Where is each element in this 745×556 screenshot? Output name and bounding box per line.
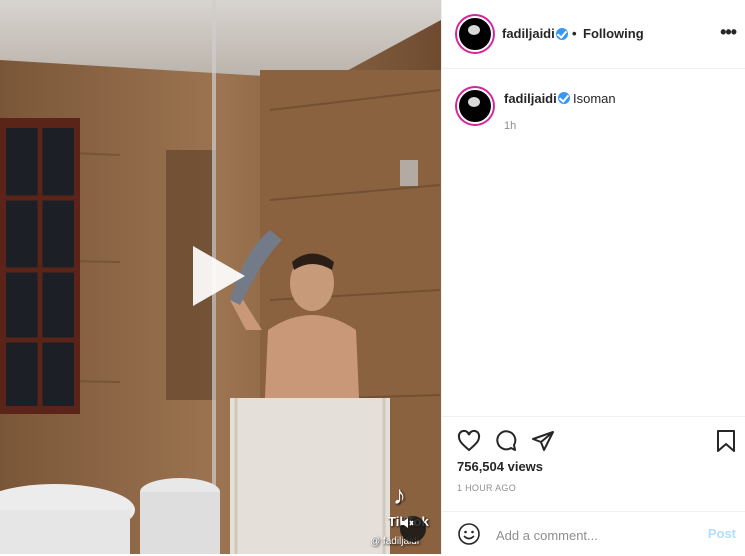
video-player[interactable]: ♪ TikTok @ fadiljaidi [0,0,441,554]
verified-badge-icon [556,28,568,40]
play-icon[interactable] [193,246,245,306]
view-count[interactable]: 756,504 views [457,459,543,474]
avatar[interactable] [457,16,493,52]
heart-icon[interactable] [457,429,481,453]
bookmark-icon[interactable] [715,429,737,453]
post-button[interactable]: Post [708,526,736,541]
caption-avatar[interactable] [457,88,493,124]
following-button[interactable]: Following [583,26,644,41]
more-options-icon[interactable]: ••• [720,22,737,43]
post-header: fadiljaidi • Following ••• [442,0,745,69]
caption-text: Isoman [573,91,616,106]
caption-username[interactable]: fadiljaidi [504,91,557,106]
post-panel: fadiljaidi • Following ••• fadiljaidi Is… [441,0,745,554]
post-timestamp[interactable]: 1 HOUR AGO [457,483,516,493]
comment-icon[interactable] [494,429,518,453]
muted-speaker-icon [401,518,414,528]
post-actions: 756,504 views 1 HOUR AGO Post [442,416,745,555]
verified-badge-icon [558,92,570,104]
follow-separator: • [572,26,577,41]
paper-plane-icon[interactable] [531,429,555,453]
tiktok-logo-icon: ♪ [393,480,406,510]
comment-input[interactable] [494,524,698,546]
header-username[interactable]: fadiljaidi [502,26,555,41]
caption-time[interactable]: 1h [504,120,516,132]
smiley-icon[interactable] [457,522,481,546]
mute-button[interactable] [400,516,426,542]
comment-bar: Post [442,511,745,556]
